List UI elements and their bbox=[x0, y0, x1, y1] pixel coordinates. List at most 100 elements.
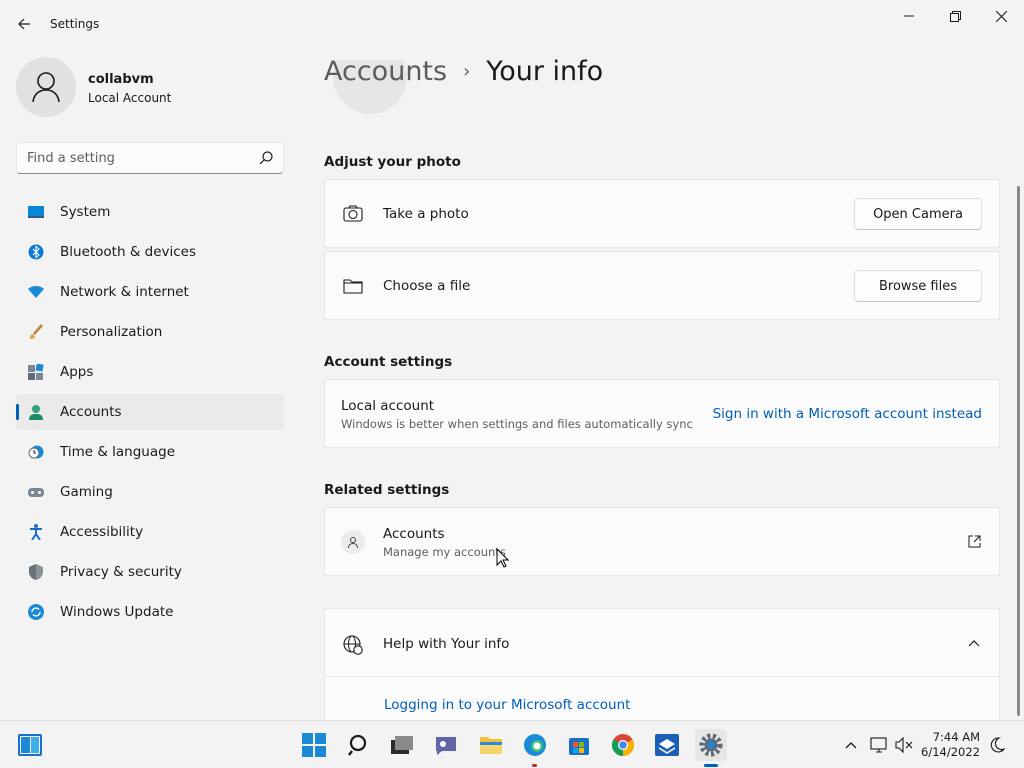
settings-button[interactable] bbox=[695, 729, 727, 767]
help-link-microsoft-login[interactable]: Logging in to your Microsoft account bbox=[384, 697, 630, 713]
breadcrumb: Accounts › Your info bbox=[324, 56, 603, 87]
close-button[interactable] bbox=[978, 0, 1024, 32]
focus-assist-button[interactable] bbox=[984, 729, 1010, 761]
sidebar-item-bluetooth[interactable]: Bluetooth & devices bbox=[16, 234, 284, 270]
network-tray-button[interactable] bbox=[866, 729, 892, 761]
browse-files-button[interactable]: Browse files bbox=[854, 270, 982, 302]
user-name: collabvm bbox=[88, 72, 154, 87]
taskbar-search-button[interactable] bbox=[343, 729, 375, 761]
chrome-button[interactable] bbox=[607, 729, 639, 761]
sidebar-item-personalization[interactable]: Personalization bbox=[16, 314, 284, 350]
sidebar-item-label: Network & internet bbox=[60, 284, 189, 300]
sidebar-nav: System Bluetooth & devices Network & int… bbox=[16, 194, 284, 634]
sidebar-item-system[interactable]: System bbox=[16, 194, 284, 230]
clock-globe-icon bbox=[28, 444, 44, 460]
breadcrumb-separator: › bbox=[463, 61, 471, 82]
local-account-label: Local account bbox=[341, 398, 435, 414]
search-icon bbox=[348, 734, 367, 756]
clock[interactable]: 7:44 AM 6/14/2022 bbox=[921, 730, 980, 760]
start-button[interactable] bbox=[298, 729, 330, 761]
sidebar-item-gaming[interactable]: Gaming bbox=[16, 474, 284, 510]
sidebar-item-accessibility[interactable]: Accessibility bbox=[16, 514, 284, 550]
help-globe-icon bbox=[343, 635, 363, 655]
help-card: Help with Your info Logging in to your M… bbox=[324, 608, 1000, 728]
chevron-up-icon[interactable] bbox=[968, 639, 980, 647]
choose-file-card: Choose a file Browse files bbox=[324, 251, 1000, 320]
external-link-icon[interactable] bbox=[968, 535, 981, 548]
take-photo-card: Take a photo Open Camera bbox=[324, 179, 1000, 248]
wifi-icon bbox=[28, 284, 44, 300]
sidebar-item-label: Personalization bbox=[60, 324, 163, 340]
chevron-up-icon bbox=[845, 742, 857, 749]
back-arrow-icon bbox=[18, 18, 30, 30]
system-icon bbox=[28, 204, 44, 220]
edge-button[interactable] bbox=[519, 729, 551, 767]
search-input[interactable] bbox=[17, 143, 247, 173]
update-icon bbox=[28, 604, 44, 620]
start-icon bbox=[302, 733, 326, 757]
back-button[interactable] bbox=[12, 12, 36, 36]
sign-in-microsoft-link[interactable]: Sign in with a Microsoft account instead bbox=[713, 406, 982, 422]
restore-icon bbox=[949, 10, 961, 22]
close-icon bbox=[995, 10, 1007, 22]
shield-icon bbox=[28, 564, 44, 580]
file-explorer-button[interactable] bbox=[475, 729, 507, 761]
chat-button[interactable] bbox=[430, 729, 462, 761]
sidebar-item-label: Accessibility bbox=[60, 524, 144, 540]
page-title: Your info bbox=[486, 56, 604, 87]
edge-icon bbox=[524, 734, 546, 756]
app-title: Settings bbox=[50, 17, 100, 31]
apps-icon bbox=[28, 364, 44, 380]
accounts-icon bbox=[28, 404, 44, 420]
show-hidden-icons-button[interactable] bbox=[836, 729, 866, 761]
sidebar-item-label: Privacy & security bbox=[60, 564, 182, 580]
sidebar-item-label: Time & language bbox=[60, 444, 176, 460]
sidebar-item-label: Windows Update bbox=[60, 604, 174, 620]
accessibility-icon bbox=[28, 524, 44, 540]
take-photo-label: Take a photo bbox=[383, 206, 469, 222]
running-indicator bbox=[532, 764, 537, 767]
breadcrumb-parent[interactable]: Accounts bbox=[324, 56, 447, 87]
divider bbox=[325, 676, 999, 677]
sidebar-item-apps[interactable]: Apps bbox=[16, 354, 284, 390]
store-button[interactable] bbox=[563, 729, 595, 761]
app-icon bbox=[655, 734, 679, 756]
task-view-button[interactable] bbox=[386, 729, 418, 761]
sidebar-item-privacy[interactable]: Privacy & security bbox=[16, 554, 284, 590]
minimize-icon bbox=[904, 15, 914, 17]
store-icon bbox=[569, 738, 589, 755]
sidebar-item-time-language[interactable]: Time & language bbox=[16, 434, 284, 470]
sidebar-item-accounts[interactable]: Accounts bbox=[16, 394, 284, 430]
open-camera-button[interactable]: Open Camera bbox=[854, 198, 982, 230]
sidebar-item-label: Bluetooth & devices bbox=[60, 244, 197, 260]
sidebar-item-network[interactable]: Network & internet bbox=[16, 274, 284, 310]
chrome-icon bbox=[612, 734, 634, 756]
section-title-related-settings: Related settings bbox=[324, 482, 450, 498]
scrollbar[interactable] bbox=[1017, 186, 1020, 716]
sidebar-item-label: System bbox=[60, 204, 111, 220]
sidebar-item-label: Apps bbox=[60, 364, 94, 380]
widgets-button[interactable] bbox=[14, 729, 46, 761]
gamepad-icon bbox=[28, 484, 44, 500]
network-icon bbox=[870, 737, 887, 753]
local-account-card: Local account Windows is better when set… bbox=[324, 379, 1000, 448]
maximize-button[interactable] bbox=[932, 0, 978, 32]
related-accounts-card[interactable]: Accounts Manage my accounts bbox=[324, 507, 1000, 576]
volume-tray-button[interactable] bbox=[891, 729, 917, 761]
camera-icon bbox=[343, 205, 363, 222]
search-box[interactable] bbox=[16, 142, 284, 174]
choose-file-label: Choose a file bbox=[383, 278, 471, 294]
task-view-icon bbox=[391, 736, 413, 754]
widgets-icon bbox=[18, 734, 42, 756]
search-icon[interactable] bbox=[259, 151, 273, 165]
bluetooth-icon bbox=[28, 244, 44, 260]
title-bar: Settings bbox=[0, 0, 1024, 48]
sidebar-item-windows-update[interactable]: Windows Update bbox=[16, 594, 284, 630]
chat-icon bbox=[436, 737, 456, 755]
app-button[interactable] bbox=[651, 729, 683, 761]
user-icon bbox=[32, 72, 60, 103]
local-account-description: Windows is better when settings and file… bbox=[341, 417, 693, 431]
help-title: Help with Your info bbox=[383, 636, 510, 652]
minimize-button[interactable] bbox=[886, 0, 932, 32]
section-title-account-settings: Account settings bbox=[324, 354, 453, 370]
